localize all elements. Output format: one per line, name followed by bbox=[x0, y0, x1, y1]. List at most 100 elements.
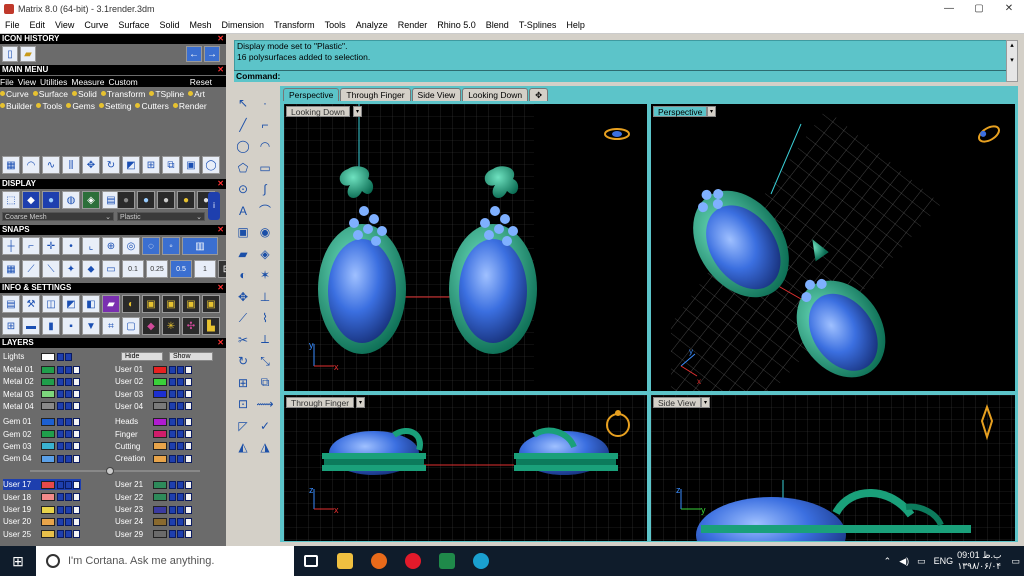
properties-icon[interactable]: ▤ bbox=[2, 295, 20, 313]
windows-start-icon[interactable]: ⊞ bbox=[0, 546, 36, 576]
mm-cutters[interactable]: Cutters bbox=[135, 101, 169, 111]
menu-tools[interactable]: Tools bbox=[320, 20, 351, 30]
layer-row[interactable]: Metal 04 bbox=[3, 401, 81, 412]
scale-tool-icon[interactable]: ⤡ bbox=[256, 352, 274, 370]
layer-color-swatch[interactable] bbox=[41, 517, 55, 526]
ellipse-tool-icon[interactable]: ⊙ bbox=[234, 180, 252, 198]
render-tool-icon[interactable]: ◭ bbox=[234, 438, 252, 456]
layer-row[interactable]: User 19 bbox=[3, 504, 81, 515]
weight-icon[interactable]: ▣ bbox=[162, 295, 180, 313]
layer-name[interactable]: User 04 bbox=[115, 402, 153, 411]
menu-blend[interactable]: Blend bbox=[481, 20, 514, 30]
bend-tool-icon[interactable]: ◸ bbox=[234, 417, 252, 435]
boolean-tool-icon[interactable]: ◐ bbox=[234, 266, 252, 284]
mm-curve[interactable]: Curve bbox=[0, 89, 29, 99]
viewport-label-perspective[interactable]: Perspective bbox=[653, 106, 708, 117]
layer-lock-toggle[interactable] bbox=[177, 505, 184, 514]
layer-render-toggle[interactable] bbox=[73, 480, 80, 489]
layer-name[interactable]: User 24 bbox=[115, 517, 153, 526]
layer-color-swatch[interactable] bbox=[153, 442, 167, 451]
viewport-through-finger[interactable]: z x Through Finger ▾ bbox=[283, 394, 648, 542]
layer-render-toggle[interactable] bbox=[73, 430, 80, 438]
layer-lock-toggle[interactable] bbox=[65, 365, 72, 374]
dark-sphere-icon[interactable]: ● bbox=[117, 191, 135, 209]
layer-row[interactable]: User 25 bbox=[3, 529, 81, 540]
ring-tool-icon[interactable]: ◯ bbox=[202, 156, 220, 174]
layer-visible-toggle[interactable] bbox=[57, 417, 64, 426]
layer-color-swatch[interactable] bbox=[153, 493, 167, 502]
layer-render-toggle[interactable] bbox=[185, 402, 192, 411]
layer-lock-toggle[interactable] bbox=[65, 430, 72, 438]
planar-icon[interactable]: ▦ bbox=[2, 260, 20, 278]
layer-color-swatch[interactable] bbox=[153, 377, 167, 386]
menu-surface[interactable]: Surface bbox=[113, 20, 154, 30]
arrow-left-icon[interactable]: ← bbox=[186, 46, 202, 62]
layer-render-toggle[interactable] bbox=[185, 493, 192, 502]
polyline-tool-icon[interactable]: ⌐ bbox=[256, 116, 274, 134]
layer-visible-toggle[interactable] bbox=[57, 365, 64, 374]
mirror-tool-icon[interactable]: ⧉ bbox=[256, 374, 274, 392]
grid-tool-icon[interactable]: ▦ bbox=[2, 156, 20, 174]
layer-color-swatch[interactable] bbox=[41, 377, 55, 386]
layer-color-swatch[interactable] bbox=[153, 365, 167, 374]
ortho-icon[interactable]: ⟋ bbox=[22, 260, 40, 278]
menu-file[interactable]: File bbox=[0, 20, 25, 30]
network-icon[interactable]: ▭ bbox=[917, 556, 926, 567]
clock[interactable]: 09:01 ب.ظ ۱۳۹۸/۰۶/۰۴ bbox=[957, 550, 1001, 572]
layer-name[interactable]: User 19 bbox=[3, 505, 41, 514]
line-tool-icon[interactable]: ╱ bbox=[234, 116, 252, 134]
ghosted-mode-icon[interactable]: ◍ bbox=[62, 191, 80, 209]
layer-name[interactable]: User 02 bbox=[115, 377, 153, 386]
layer-row[interactable]: User 17 bbox=[3, 479, 81, 491]
menu-tsplines[interactable]: T-Splines bbox=[514, 20, 562, 30]
mm-transform[interactable]: Transform bbox=[100, 89, 145, 99]
gem-tool-icon[interactable]: ◆ bbox=[142, 317, 160, 335]
menu-edit[interactable]: Edit bbox=[25, 20, 51, 30]
filter-icon[interactable]: ▭ bbox=[102, 260, 120, 278]
layer-row[interactable]: User 23 bbox=[115, 504, 193, 515]
xray-mode-icon[interactable]: ◈ bbox=[82, 191, 100, 209]
dimension-icon[interactable]: ▣ bbox=[182, 295, 200, 313]
layer-render-toggle[interactable] bbox=[185, 365, 192, 374]
pave-tool-icon[interactable]: ✣ bbox=[182, 317, 200, 335]
gold-sphere-icon[interactable]: ● bbox=[177, 191, 195, 209]
layer-color-swatch[interactable] bbox=[41, 442, 55, 451]
array-tool-icon[interactable]: ⊞ bbox=[142, 156, 160, 174]
layer-visible-toggle[interactable] bbox=[169, 480, 176, 489]
perp-snap-icon[interactable]: ◎ bbox=[122, 237, 140, 255]
layer-render-toggle[interactable] bbox=[73, 377, 80, 386]
viewport-menu-side-view[interactable]: ▾ bbox=[701, 397, 710, 408]
join-tool-icon[interactable]: ⌇ bbox=[256, 309, 274, 327]
wireframe-mode-icon[interactable]: ⬚ bbox=[2, 191, 20, 209]
mm-surface[interactable]: Surface bbox=[32, 89, 68, 99]
layer-row[interactable]: Metal 02 bbox=[3, 376, 81, 387]
layer-visible-toggle[interactable] bbox=[57, 377, 64, 386]
layer-color-swatch[interactable] bbox=[153, 454, 167, 463]
layer-row[interactable]: Creation bbox=[115, 453, 193, 464]
layer-row[interactable]: User 01 bbox=[115, 364, 193, 375]
maximize-button[interactable]: ▢ bbox=[964, 3, 994, 14]
layer-lock-toggle[interactable] bbox=[177, 442, 184, 451]
layer-color-swatch[interactable] bbox=[41, 417, 55, 426]
move-tool-icon[interactable]: ✥ bbox=[234, 288, 252, 306]
quad-snap-icon[interactable]: ◦ bbox=[162, 237, 180, 255]
layer-visible-toggle[interactable] bbox=[169, 530, 176, 539]
layer-render-toggle[interactable] bbox=[73, 505, 80, 514]
layer-lock-toggle[interactable] bbox=[177, 480, 184, 489]
layer-render-toggle[interactable] bbox=[185, 480, 192, 489]
cut-tool-icon[interactable]: ✶ bbox=[256, 266, 274, 284]
layer-visible-toggle[interactable] bbox=[169, 417, 176, 426]
layer-visible-toggle[interactable] bbox=[169, 365, 176, 374]
mm-file[interactable]: File bbox=[0, 77, 14, 87]
layer-render-toggle[interactable] bbox=[185, 390, 192, 399]
layer-lock-toggle[interactable] bbox=[177, 493, 184, 502]
layer-lock-toggle[interactable] bbox=[65, 480, 72, 489]
layer-visible-toggle[interactable] bbox=[169, 454, 176, 463]
viewport-label-looking-down[interactable]: Looking Down bbox=[286, 106, 350, 117]
layer-color-swatch[interactable] bbox=[41, 530, 55, 539]
command-prompt[interactable]: Command: bbox=[234, 70, 1010, 82]
layer-name[interactable]: User 20 bbox=[3, 517, 41, 526]
circle-tool-icon[interactable]: ◯ bbox=[234, 137, 252, 155]
layer-lock-toggle[interactable] bbox=[177, 430, 184, 438]
layer-name[interactable]: Cutting bbox=[115, 442, 153, 451]
